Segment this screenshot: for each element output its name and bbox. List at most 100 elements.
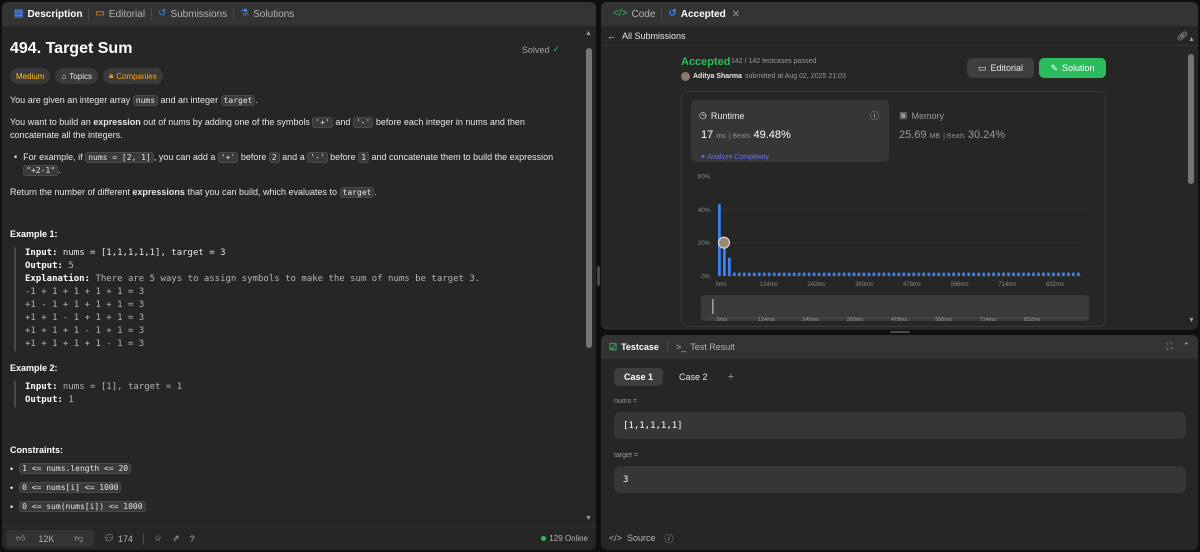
bar xyxy=(1052,272,1055,276)
tab-code[interactable]: </> Code xyxy=(607,2,661,26)
share-icon[interactable]: ⇗ xyxy=(172,533,180,544)
case-2-tab[interactable]: Case 2 xyxy=(669,368,718,386)
info-icon[interactable]: ⓘ xyxy=(870,109,879,122)
companies-chip[interactable]: 🔒︎ Companies xyxy=(102,68,163,84)
topics-chip[interactable]: ⌂ Topics xyxy=(55,68,98,84)
history-icon: ↺ xyxy=(668,8,677,19)
right-scrollbar[interactable]: ▲ ▼ xyxy=(1187,36,1196,328)
bar xyxy=(807,272,811,276)
runtime-card[interactable]: ◷ Runtime ⓘ 17 ms | Beats 49.48% ✦ Analyz… xyxy=(691,100,889,162)
horizontal-resize-handle[interactable] xyxy=(890,331,910,333)
example-1-title: Example 1: xyxy=(10,229,58,239)
bar xyxy=(742,272,746,276)
add-case-icon[interactable]: + xyxy=(728,371,734,383)
avatar[interactable] xyxy=(681,72,690,81)
link-icon[interactable]: 🔗︎ xyxy=(1177,31,1188,42)
comment-icon: 💬︎ xyxy=(103,533,115,543)
comments-button[interactable]: 💬︎ 174 xyxy=(104,533,133,544)
scroll-down-icon[interactable]: ▼ xyxy=(1188,317,1195,324)
scroll-up-icon[interactable]: ▲ xyxy=(585,30,592,37)
source-link[interactable]: Source xyxy=(627,533,656,543)
bar xyxy=(947,272,951,276)
runtime-distribution-chart[interactable]: 60% 40% 20% 0% 5ms 124ms 242ms 360ms 478ms 596ms 7… xyxy=(682,168,1107,298)
bar xyxy=(872,272,876,276)
online-dot xyxy=(541,536,547,541)
right-tabbar: </> Code ↺ Accepted ✕ xyxy=(601,2,1198,26)
scroll-thumb[interactable] xyxy=(1188,54,1194,184)
desc-bullet: • For example, if nums = [2, 1], you can … xyxy=(14,152,554,176)
scroll-down-icon[interactable]: ▼ xyxy=(585,515,592,522)
bar xyxy=(822,272,826,276)
case-tabs: Case 1 Case 2 + xyxy=(614,368,734,386)
difficulty-chip[interactable]: Medium xyxy=(10,68,51,84)
bar xyxy=(787,272,791,276)
desc-paragraph-2: You want to build an expression out of n… xyxy=(10,117,525,140)
field-label-target: target = xyxy=(614,452,638,459)
bar xyxy=(997,272,1000,276)
x-tick-label: 714ms xyxy=(998,282,1016,288)
y-tick-label: 40% xyxy=(698,208,711,214)
left-scrollbar[interactable]: ▲ ▼ xyxy=(584,26,594,526)
bar xyxy=(782,272,786,276)
memory-card[interactable]: ▣ Memory 25.69 MB | Beats 30.24% xyxy=(899,100,1089,162)
code-icon: </> xyxy=(609,533,623,543)
scroll-thumb[interactable] xyxy=(586,48,592,348)
vertical-resize-handle[interactable] xyxy=(597,266,600,286)
bar xyxy=(1007,272,1010,276)
bar xyxy=(1057,272,1060,276)
bar xyxy=(917,272,921,276)
description-panel: ▤ Description ▭ Editorial ↺ Submissions … xyxy=(2,2,596,550)
bar xyxy=(757,272,761,276)
analyze-complexity-link[interactable]: ✦ Analyze Complexity xyxy=(700,153,769,161)
maximize-icon[interactable]: ⛶ xyxy=(1166,341,1172,352)
bar xyxy=(942,272,946,276)
problem-content: 494. Target Sum Solved ✓ Medium ⌂ Topics … xyxy=(2,26,584,526)
star-icon[interactable]: ☆ xyxy=(154,533,162,544)
solved-status: Solved ✓ xyxy=(521,44,560,55)
user-marker-avatar xyxy=(717,236,730,249)
bar xyxy=(852,272,856,276)
close-icon[interactable]: ✕ xyxy=(732,9,740,20)
target-field[interactable]: 3 xyxy=(614,466,1186,493)
bar xyxy=(862,272,866,276)
tab-solutions[interactable]: ⚗ Solutions xyxy=(234,2,300,26)
bar xyxy=(767,272,771,276)
like-button[interactable]: 👍︎ 12K xyxy=(6,533,64,544)
chart-range-brush[interactable] xyxy=(701,295,1089,321)
solution-button[interactable]: ✎ Solution xyxy=(1039,58,1106,78)
bar xyxy=(992,272,995,276)
bar xyxy=(977,272,981,276)
dislike-button[interactable]: 👎︎ xyxy=(64,533,93,544)
submission-status: Accepted xyxy=(681,56,731,68)
bar xyxy=(1072,272,1075,276)
bar xyxy=(927,272,931,276)
all-submissions-link[interactable]: ← All Submissions xyxy=(601,26,1198,46)
bar xyxy=(932,272,936,276)
chevron-up-icon[interactable]: ⌃ xyxy=(1182,341,1190,352)
scroll-up-icon[interactable]: ▲ xyxy=(1188,36,1195,43)
help-icon[interactable]: ⓘ xyxy=(665,532,674,545)
nums-field[interactable]: [1,1,1,1,1] xyxy=(614,412,1186,439)
code-icon: </> xyxy=(613,8,628,19)
bar xyxy=(842,272,846,276)
tab-accepted[interactable]: ↺ Accepted ✕ xyxy=(662,2,746,26)
bar xyxy=(867,272,871,276)
tab-test-result[interactable]: >_ Test Result xyxy=(676,342,735,352)
problem-tags: Medium ⌂ Topics 🔒︎ Companies xyxy=(10,68,576,84)
tab-submissions[interactable]: ↺ Submissions xyxy=(152,2,233,26)
tab-description[interactable]: ▤ Description xyxy=(8,2,88,26)
bar xyxy=(952,272,956,276)
bar xyxy=(1047,272,1050,276)
editorial-button[interactable]: ▭ Editorial xyxy=(967,58,1034,78)
bar xyxy=(1077,272,1080,276)
x-tick-label: 5ms xyxy=(715,282,726,288)
tab-testcase[interactable]: ☑ Testcase xyxy=(609,342,659,353)
case-1-tab[interactable]: Case 1 xyxy=(614,368,664,386)
help-icon[interactable]: ? xyxy=(190,534,195,544)
bar xyxy=(1032,272,1035,276)
bar xyxy=(737,272,741,276)
bar xyxy=(922,272,926,276)
bar xyxy=(1022,272,1025,276)
tab-editorial[interactable]: ▭ Editorial xyxy=(89,2,151,26)
bar xyxy=(777,272,781,276)
